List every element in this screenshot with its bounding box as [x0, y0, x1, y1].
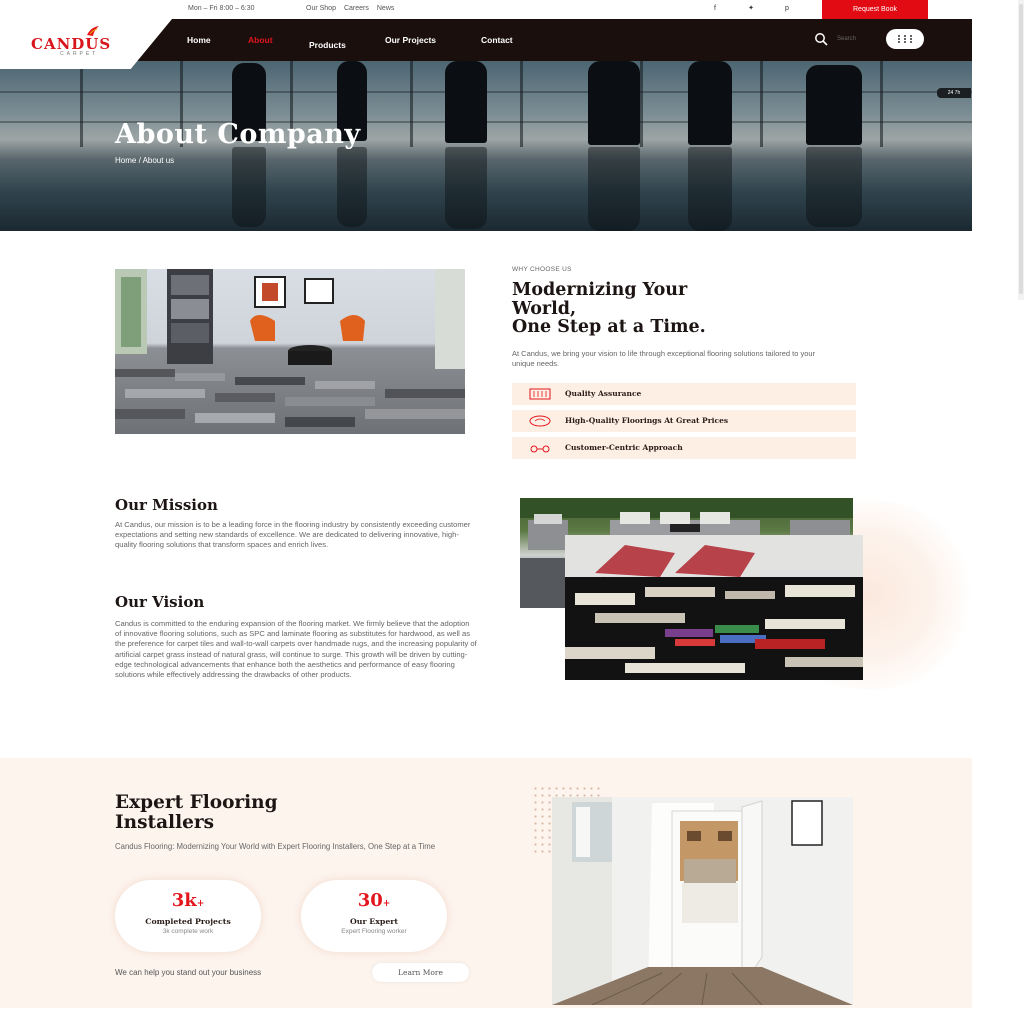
stat-label: Our Expert	[350, 917, 398, 926]
feature-label: High-Quality Floorings At Great Prices	[565, 416, 729, 425]
why-title-line-3: One Step at a Time.	[512, 317, 706, 337]
nav-home[interactable]: Home	[187, 35, 211, 45]
why-title: Modernizing Your World, One Step at a Ti…	[512, 281, 842, 337]
stat-sub: 3k complete work	[162, 928, 214, 935]
mission-title: Our Mission	[115, 496, 218, 514]
office-carpet-image	[115, 269, 465, 434]
why-eyebrow: WHY CHOOSE US	[512, 266, 572, 273]
stat-completed-projects: 3k+ Completed Projects 3k complete work	[115, 880, 261, 952]
nav-products[interactable]: Products	[309, 40, 346, 50]
expert-title-line-2: Installers	[115, 812, 215, 833]
why-title-line-1: Modernizing Your	[512, 280, 688, 300]
expert-title-line-1: Expert Flooring	[115, 792, 278, 813]
twitter-icon[interactable]: ✦	[746, 4, 756, 14]
top-link-news[interactable]: News	[377, 5, 395, 12]
why-description: At Candus, we bring your vision to life …	[512, 349, 816, 368]
price-icon	[529, 415, 551, 427]
learn-more-button[interactable]: Learn More	[372, 963, 469, 982]
expert-subtitle: Candus Flooring: Modernizing Your World …	[115, 842, 436, 851]
scrollbar[interactable]	[1018, 0, 1024, 300]
vision-text: Candus is committed to the enduring expa…	[115, 619, 477, 680]
page: Mon – Fri 8:00 – 6:30 Our Shop Careers N…	[0, 0, 1024, 1024]
top-link-shop[interactable]: Our Shop	[306, 5, 336, 12]
stat-number: 30+	[357, 890, 391, 911]
business-hours: Mon – Fri 8:00 – 6:30	[188, 5, 255, 12]
breadcrumb[interactable]: Home / About us	[115, 156, 174, 165]
hallway-image	[552, 797, 853, 1005]
nav-our-projects[interactable]: Our Projects	[385, 35, 436, 45]
mission-text: At Candus, our mission is to be a leadin…	[115, 520, 471, 550]
social-links: f ✦ p	[710, 4, 792, 14]
carpet-lounge-image	[565, 535, 863, 680]
quality-icon	[529, 388, 551, 400]
feature-high-quality-floorings: High-Quality Floorings At Great Prices	[512, 410, 856, 432]
top-link-careers[interactable]: Careers	[344, 5, 369, 12]
top-bar: Mon – Fri 8:00 – 6:30 Our Shop Careers N…	[0, 0, 972, 19]
stat-sub: Expert Flooring worker	[341, 928, 407, 935]
feature-label: Customer-Centric Approach	[565, 443, 683, 452]
search-icon[interactable]	[814, 32, 828, 46]
hero-banner: About Company Home / About us 24 7h	[0, 61, 972, 231]
why-title-line-2: World,	[512, 298, 577, 319]
page-title: About Company	[115, 119, 361, 150]
vision-title: Our Vision	[115, 593, 205, 611]
facebook-icon[interactable]: f	[710, 4, 720, 14]
stat-label: Completed Projects	[145, 917, 231, 926]
help-text: We can help you stand out your business	[115, 968, 262, 977]
feature-label: Quality Assurance	[565, 389, 642, 398]
pinterest-icon[interactable]: p	[782, 4, 792, 14]
search-input[interactable]: Search	[837, 36, 856, 42]
menu-grid-button[interactable]	[886, 29, 924, 49]
support-badge[interactable]: 24 7h	[937, 88, 971, 98]
stat-number: 3k+	[171, 890, 205, 911]
stat-our-expert: 30+ Our Expert Expert Flooring worker	[301, 880, 447, 952]
request-book-button[interactable]: Request Book	[822, 0, 928, 19]
brand-tagline: CARPET	[60, 51, 99, 57]
top-links: Our Shop Careers News	[306, 5, 394, 12]
nav-contact[interactable]: Contact	[481, 35, 513, 45]
expert-title: Expert Flooring Installers	[115, 793, 415, 833]
feature-customer-centric: Customer-Centric Approach	[512, 437, 856, 459]
feature-quality-assurance: Quality Assurance	[512, 383, 856, 405]
nav-about[interactable]: About	[248, 35, 273, 45]
customer-icon	[530, 445, 550, 453]
